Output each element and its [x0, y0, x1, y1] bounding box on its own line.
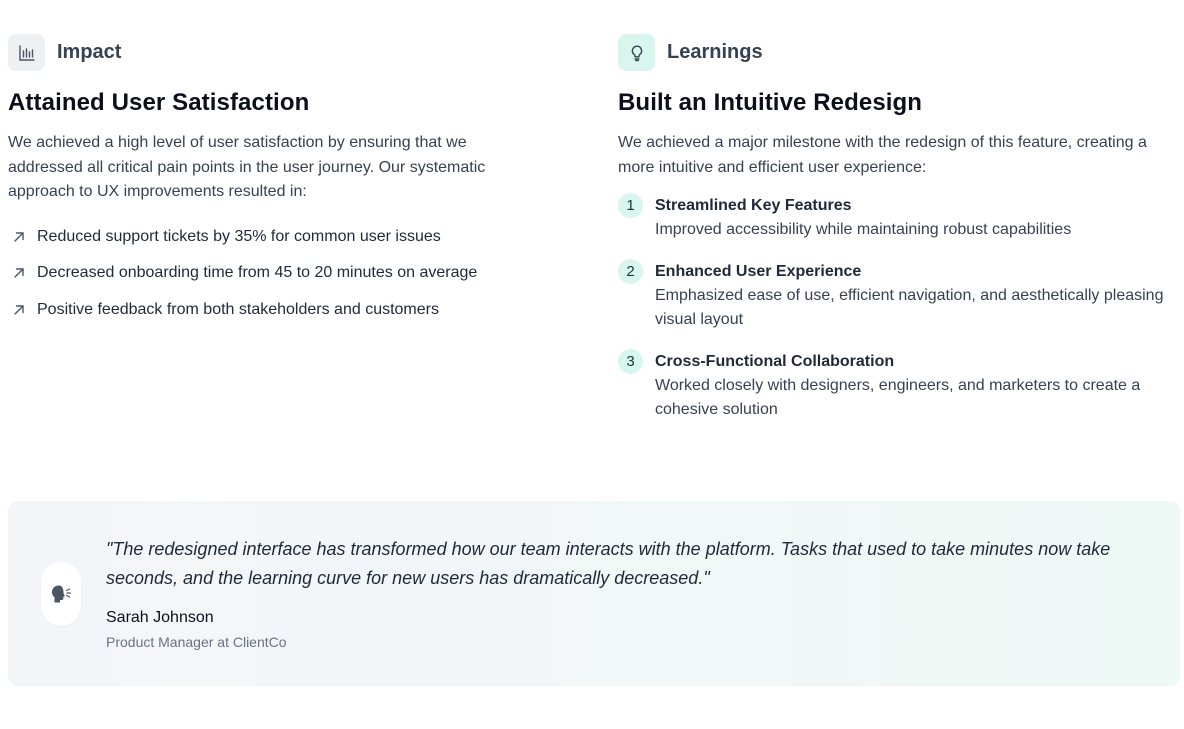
list-item: Decreased onboarding time from 45 to 20 … [8, 255, 568, 292]
list-item: 3 Cross-Functional Collaboration Worked … [618, 348, 1184, 423]
step-title: Cross-Functional Collaboration [655, 352, 895, 370]
arrow-up-right-icon [14, 268, 24, 279]
bar-chart-icon [8, 34, 45, 71]
impact-label: Impact [57, 41, 122, 63]
result-text: Reduced support tickets by 35% for commo… [37, 227, 441, 245]
learnings-header: Learnings [618, 34, 1184, 71]
testimonial-card: "The redesigned interface has transforme… [8, 501, 1180, 686]
learnings-description: We achieved a major milestone with the r… [618, 134, 1147, 176]
speaking-head-icon [41, 562, 81, 626]
learnings-section: Learnings Built an Intuitive Redesign We… [618, 34, 1184, 439]
arrow-up-right-icon [14, 305, 24, 315]
result-text: Positive feedback from both stakeholders… [37, 300, 439, 318]
testimonial-author-role: Product Manager at ClientCo [106, 634, 287, 650]
step-number-badge: 3 [618, 348, 643, 374]
impact-description: We achieved a high level of user satisfa… [8, 134, 486, 200]
step-title: Enhanced User Experience [655, 262, 862, 280]
list-item: Positive feedback from both stakeholders… [8, 292, 568, 329]
impact-title: Attained User Satisfaction [8, 89, 310, 116]
list-item: 1 Streamlined Key Features Improved acce… [618, 193, 1184, 243]
arrow-up-right-icon [14, 232, 24, 242]
result-text: Decreased onboarding time from 45 to 20 … [37, 264, 478, 282]
step-body: Cross-Functional Collaboration Worked cl… [655, 349, 1184, 423]
impact-header: Impact [8, 34, 568, 71]
step-description: Improved accessibility while maintaining… [655, 221, 1072, 238]
step-number-badge: 2 [618, 258, 643, 284]
learnings-list: 1 Streamlined Key Features Improved acce… [618, 193, 1184, 423]
impact-section: Impact Attained User Satisfaction We ach… [8, 34, 568, 328]
step-description: Worked closely with designers, engineers… [655, 376, 1141, 419]
learnings-title: Built an Intuitive Redesign [618, 89, 923, 116]
step-number-badge: 1 [618, 193, 643, 218]
impact-results-list: Reduced support tickets by 35% for commo… [8, 219, 568, 329]
learnings-label: Learnings [667, 41, 763, 63]
testimonial-author-name: Sarah Johnson [106, 609, 214, 626]
step-title: Streamlined Key Features [655, 197, 852, 214]
lightbulb-icon [618, 34, 655, 71]
list-item: Reduced support tickets by 35% for commo… [8, 219, 568, 256]
step-body: Enhanced User Experience Emphasized ease… [655, 259, 1184, 333]
list-item: 2 Enhanced User Experience Emphasized ea… [618, 258, 1184, 333]
testimonial-quote: "The redesigned interface has transforme… [106, 539, 1111, 588]
step-body: Streamlined Key Features Improved access… [655, 193, 1071, 243]
step-description: Emphasized ease of use, efficient naviga… [655, 286, 1164, 329]
